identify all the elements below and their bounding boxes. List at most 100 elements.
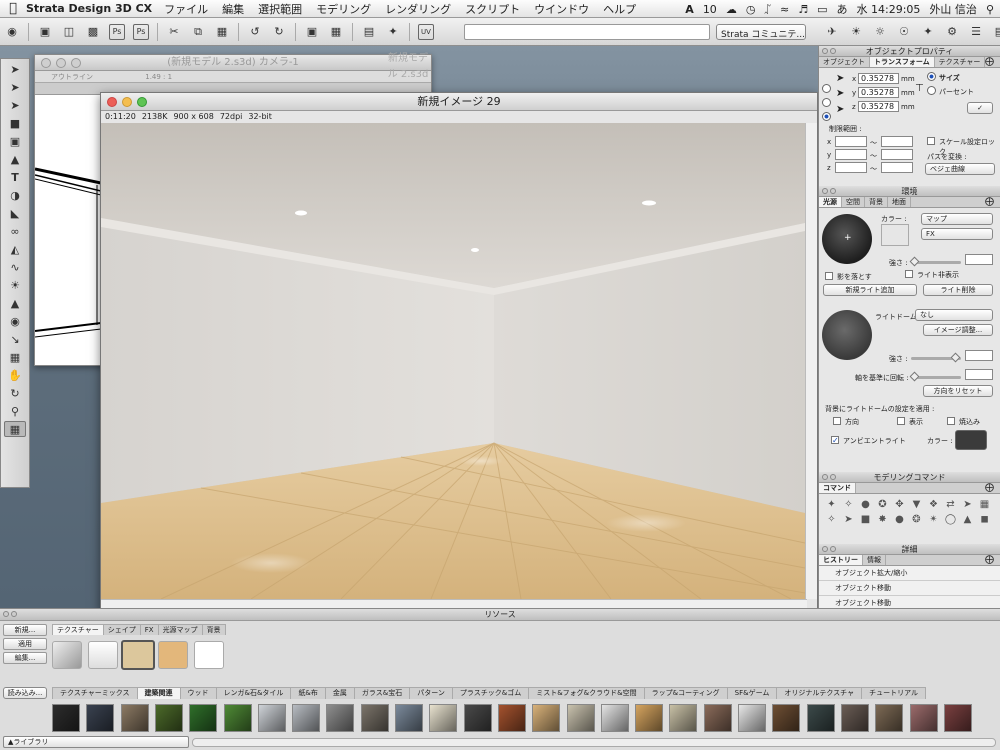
- ambient-light-checkbox[interactable]: ✓: [831, 436, 839, 445]
- y-value-field[interactable]: 0.35278: [858, 87, 899, 98]
- tab-glass-gem[interactable]: ガラス&宝石: [353, 687, 411, 699]
- time-machine-icon[interactable]: ◷: [746, 3, 756, 16]
- arrow-select-icon[interactable]: ➤: [4, 61, 26, 77]
- texture-thumbnail[interactable]: [600, 704, 629, 732]
- uv-icon[interactable]: UV: [418, 23, 434, 40]
- modeling-cmd-header[interactable]: モデリングコマンド: [819, 472, 1000, 483]
- menu-help[interactable]: ヘルプ: [603, 1, 636, 17]
- photoshop-export-icon[interactable]: Ps: [109, 23, 125, 40]
- arrow-select-2-icon[interactable]: ➤: [4, 79, 26, 95]
- point-light-icon[interactable]: ☼: [872, 23, 888, 39]
- sun-icon[interactable]: ☉: [896, 23, 912, 39]
- texture-thumbnail[interactable]: [463, 704, 492, 732]
- cmd-cube-icon[interactable]: ■: [857, 514, 874, 525]
- tab-object[interactable]: オブジェクト: [819, 57, 870, 67]
- tab-brick-stone-tile[interactable]: レンガ&石&タイル: [215, 687, 292, 699]
- sweep-icon[interactable]: ∞: [4, 223, 26, 239]
- gear-icon[interactable]: ⚙: [944, 23, 960, 39]
- tab-transform[interactable]: トランスフォーム: [870, 57, 935, 67]
- align-icon[interactable]: ▤: [361, 24, 377, 40]
- tab-tutorial[interactable]: チュートリアル: [861, 687, 927, 699]
- settings-icon[interactable]: ☰: [968, 23, 984, 39]
- cmd-explode-icon[interactable]: ✴: [925, 514, 942, 525]
- scale-lock-checkbox[interactable]: [927, 137, 935, 145]
- app-name-menu[interactable]: Strata Design 3D CX: [26, 2, 152, 15]
- minimize-button[interactable]: [122, 97, 132, 107]
- apply-direction-checkbox[interactable]: [833, 417, 841, 425]
- tab-ground[interactable]: 地面: [888, 197, 911, 207]
- tab-lightmaps[interactable]: 光源マップ: [157, 624, 203, 635]
- lightdome-sphere-preview[interactable]: [822, 310, 872, 360]
- box-icon[interactable]: ▣: [4, 133, 26, 149]
- percent-radio[interactable]: [927, 86, 936, 95]
- menu-selection[interactable]: 選択範囲: [258, 1, 302, 17]
- library-scrollbar[interactable]: [192, 738, 996, 747]
- texture-thumbnail[interactable]: [292, 704, 321, 732]
- cmd-mesh-icon[interactable]: ▲: [959, 514, 976, 525]
- input-method-icon[interactable]: あ: [837, 1, 848, 17]
- map-select[interactable]: マップ: [921, 213, 993, 225]
- cube-icon[interactable]: ■: [4, 115, 26, 131]
- tab-mist-fog-cloud[interactable]: ミスト&フォグ&クラウド&空間: [528, 687, 645, 699]
- limit-y-min[interactable]: [835, 149, 867, 160]
- cloud-icon[interactable]: ☁: [726, 3, 737, 16]
- mode-radio-3[interactable]: [822, 112, 831, 121]
- light-strength-knob[interactable]: [909, 256, 920, 267]
- texture-thumbnail[interactable]: [909, 704, 938, 732]
- new-light-button[interactable]: 新規ライト追加: [823, 284, 917, 296]
- spotlight-tool-icon[interactable]: ▲: [4, 295, 26, 311]
- minimize-button[interactable]: [56, 58, 66, 68]
- render-region-icon[interactable]: ▦: [4, 421, 26, 437]
- texture-thumbnail[interactable]: [840, 704, 869, 732]
- apple-icon[interactable]: : [0, 1, 26, 16]
- limit-x-max[interactable]: [881, 136, 913, 147]
- texture-thumbnail[interactable]: [52, 704, 80, 732]
- fx-select[interactable]: FX: [921, 228, 993, 240]
- ambient-color-swatch[interactable]: [955, 430, 987, 450]
- tab-paper-cloth[interactable]: 紙&布: [290, 687, 326, 699]
- mountain-icon[interactable]: ▲: [4, 151, 26, 167]
- extrude-icon[interactable]: ◣: [4, 205, 26, 221]
- close-button[interactable]: [107, 97, 117, 107]
- list-item[interactable]: オブジェクト拡大/縮小: [819, 566, 1000, 581]
- tab-original-texture[interactable]: オリジナルテクスチャ: [776, 687, 863, 699]
- model-window-titlebar[interactable]: (新規モデル 2.s3d) カメラ-1 新規モデル 2.s3d: [35, 53, 431, 80]
- tab-pattern[interactable]: パターン: [409, 687, 453, 699]
- cmd-bend-icon[interactable]: ✪: [874, 499, 891, 510]
- cmd-flip-icon[interactable]: ⇄: [942, 499, 959, 510]
- add-icon[interactable]: ⨁: [981, 555, 998, 566]
- menu-rendering[interactable]: レンダリング: [385, 1, 451, 17]
- volume-icon[interactable]: ♬: [798, 3, 808, 16]
- limit-z-min[interactable]: [835, 162, 867, 173]
- texture-swatch-metal[interactable]: [52, 641, 82, 669]
- outline-mode[interactable]: アウトライン: [51, 73, 93, 81]
- wireframe-view[interactable]: [34, 95, 102, 375]
- z-value-field[interactable]: 0.35278: [858, 101, 899, 112]
- grid-icon[interactable]: ▦: [4, 349, 26, 365]
- link-icon[interactable]: ⊤: [915, 83, 924, 94]
- cmd-split-icon[interactable]: ✧: [840, 499, 857, 510]
- texture-thumbnail[interactable]: [326, 704, 355, 732]
- size-radio[interactable]: [927, 72, 936, 81]
- texture-thumbnail[interactable]: [429, 704, 458, 732]
- open-folder-icon[interactable]: ◫: [61, 24, 77, 40]
- mode-radio-1[interactable]: [822, 84, 831, 93]
- cmd-bevel-icon[interactable]: ✦: [823, 499, 840, 510]
- zoom-button[interactable]: [137, 97, 147, 107]
- tab-plastic-rubber[interactable]: プラスチック&ゴム: [451, 687, 530, 699]
- adobe-icon[interactable]: A: [685, 3, 694, 16]
- apply-check-button[interactable]: ✓: [967, 102, 993, 114]
- zoom-icon[interactable]: ⚲: [4, 403, 26, 419]
- tab-space[interactable]: 空間: [842, 197, 865, 207]
- library-select[interactable]: ▲ライブラリ: [3, 736, 189, 748]
- apply-resource-button[interactable]: 適用: [3, 638, 47, 650]
- tab-light[interactable]: 光源: [819, 197, 842, 207]
- texture-thumbnail[interactable]: [86, 704, 115, 732]
- cmd-melt-icon[interactable]: ❂: [908, 514, 925, 525]
- menu-window[interactable]: ウインドウ: [534, 1, 589, 17]
- redo-icon[interactable]: ↻: [271, 24, 287, 40]
- undo-icon[interactable]: ↺: [247, 24, 263, 40]
- cmd-boolean-icon[interactable]: ◯: [942, 514, 959, 525]
- toolbar-text-field[interactable]: [464, 24, 710, 40]
- tab-architecture[interactable]: 建築関連: [136, 687, 181, 699]
